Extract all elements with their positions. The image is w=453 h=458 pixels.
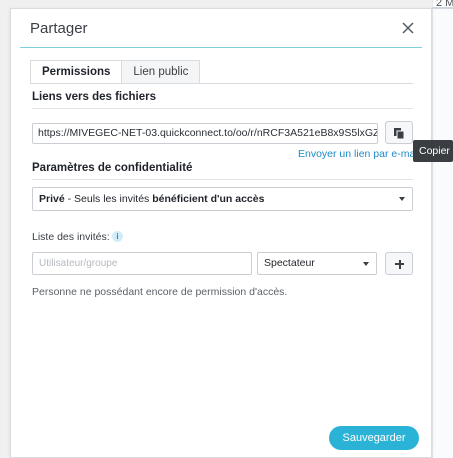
privacy-description: - Seuls les invités	[64, 193, 153, 205]
send-email-link[interactable]: Envoyer un lien par e-ma	[298, 148, 415, 160]
background-partial-text: 2 M	[436, 0, 453, 9]
role-select[interactable]: Spectateur	[257, 252, 377, 275]
tab-bar: Permissions Lien public	[30, 60, 201, 83]
privacy-section-title: Paramètres de confidentialité	[32, 162, 193, 174]
close-icon[interactable]	[399, 19, 417, 37]
links-section-title: Liens vers des fichiers	[32, 91, 157, 103]
copy-tooltip: Copier	[413, 140, 453, 162]
chevron-down-icon	[399, 197, 405, 201]
page: 2 M Partager Permissions Lien public Lie…	[0, 0, 453, 458]
header-divider	[20, 47, 422, 48]
chevron-down-icon	[363, 262, 369, 266]
copy-icon	[394, 127, 405, 139]
file-link-field[interactable]: https://MIVEGEC-NET-03.quickconnect.to/o…	[32, 123, 378, 144]
dialog-title: Partager	[30, 20, 88, 37]
role-selected-value: Spectateur	[264, 257, 315, 269]
share-dialog: Partager Permissions Lien public Liens v…	[10, 8, 432, 458]
copy-button[interactable]	[385, 121, 413, 144]
links-section-divider	[32, 108, 413, 109]
user-group-input[interactable]	[32, 252, 252, 275]
tabs-divider	[30, 83, 413, 84]
privacy-select[interactable]: Privé - Seuls les invités bénéficient d'…	[32, 187, 413, 211]
empty-permissions-text: Personne ne possédant encore de permissi…	[32, 286, 288, 298]
privacy-access: bénéficient d'un accès	[152, 193, 265, 205]
background-window-edge	[432, 0, 453, 458]
tab-public-link[interactable]: Lien public	[121, 60, 201, 83]
privacy-level: Privé	[39, 193, 65, 205]
invites-label: Liste des invités:	[32, 231, 110, 243]
info-icon[interactable]: i	[112, 231, 123, 242]
save-button[interactable]: Sauvegarder	[329, 426, 419, 450]
privacy-section-divider	[32, 179, 413, 180]
tab-permissions[interactable]: Permissions	[30, 60, 123, 83]
add-invite-button[interactable]	[385, 252, 413, 275]
